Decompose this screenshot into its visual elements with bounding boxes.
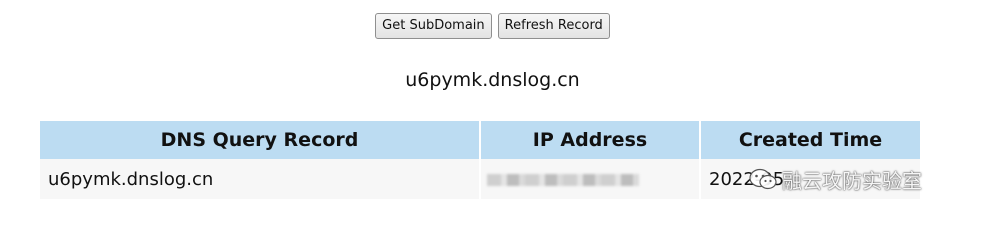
column-header-ip-address: IP Address [479, 121, 700, 159]
get-subdomain-button[interactable]: Get SubDomain [375, 13, 492, 39]
dns-query-record-cell: u6pymk.dnslog.cn [40, 159, 480, 199]
refresh-record-button[interactable]: Refresh Record [497, 13, 610, 39]
column-header-dns-query-record: DNS Query Record [40, 121, 480, 159]
toolbar: Get SubDomain Refresh Record [0, 13, 985, 39]
ip-address-cell [479, 159, 700, 199]
table-row: u6pymk.dnslog.cn 2022-05 [40, 159, 920, 199]
column-header-created-time: Created Time [699, 121, 920, 159]
table-header-row: DNS Query Record IP Address Created Time [40, 121, 920, 159]
subdomain-display: u6pymk.dnslog.cn [405, 69, 580, 91]
created-time-cell: 2022-05 [699, 159, 920, 199]
redacted-ip-blur [487, 173, 639, 186]
dns-records-table: DNS Query Record IP Address Created Time… [40, 121, 920, 199]
